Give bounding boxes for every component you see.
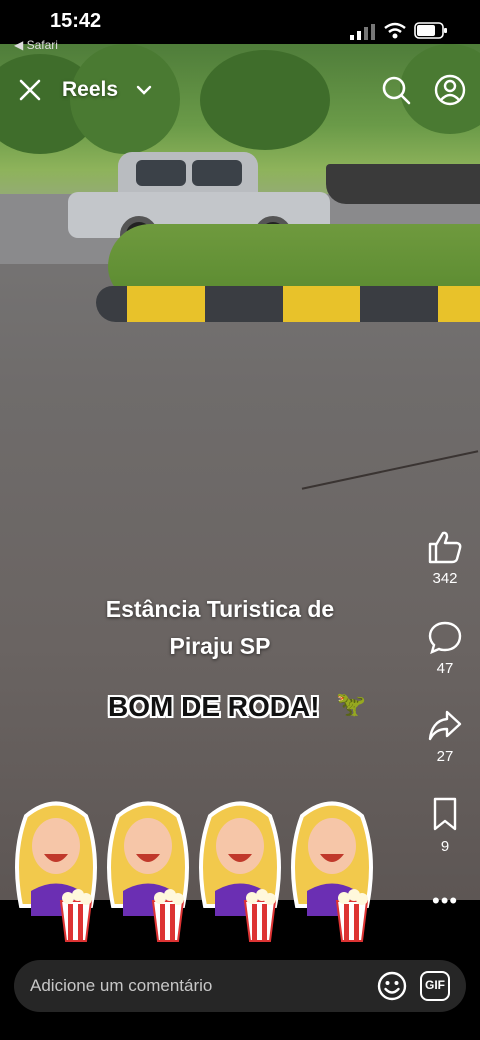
dinosaur-emoji: 🦖 xyxy=(336,691,366,718)
save-count: 9 xyxy=(440,838,450,855)
road-crack xyxy=(301,450,479,490)
popcorn-girl-sticker xyxy=(199,801,281,942)
search-icon[interactable] xyxy=(380,74,412,106)
reel-video[interactable] xyxy=(0,44,480,900)
battery-icon xyxy=(414,22,447,39)
thumbs-up-icon[interactable] xyxy=(427,530,463,564)
status-bar: 15:42 xyxy=(0,0,480,44)
popcorn-stickers xyxy=(6,796,396,946)
more-options-icon[interactable]: ••• xyxy=(432,888,458,914)
bookmark-icon[interactable] xyxy=(430,796,460,832)
comment-bubble-icon[interactable] xyxy=(427,620,463,654)
video-caption-line1: Estância Turistica de xyxy=(105,596,335,622)
clock: 15:42 xyxy=(50,10,102,32)
wifi-icon xyxy=(384,22,406,39)
emoji-icon[interactable] xyxy=(376,970,408,1002)
like-count: 342 xyxy=(432,570,458,587)
comment-action[interactable]: 47 xyxy=(420,620,470,677)
chevron-down-icon[interactable] xyxy=(136,82,152,98)
profile-icon[interactable] xyxy=(434,74,466,106)
video-caption-line2: Piraju SP xyxy=(169,633,271,659)
close-icon[interactable] xyxy=(16,76,44,104)
share-action[interactable]: 27 xyxy=(420,708,470,765)
overlay-text: BOM DE RODA! xyxy=(108,691,320,722)
share-arrow-icon[interactable] xyxy=(427,708,463,742)
comment-count: 47 xyxy=(436,660,454,677)
cellular-signal-icon xyxy=(350,24,375,40)
popcorn-girl-sticker xyxy=(291,801,373,942)
comment-input[interactable]: Adicione um comentário GIF xyxy=(14,960,466,1012)
popcorn-girl-sticker xyxy=(107,801,189,942)
comment-placeholder[interactable]: Adicione um comentário xyxy=(30,976,212,996)
like-action[interactable]: 342 xyxy=(420,530,470,587)
save-action[interactable]: 9 xyxy=(420,796,470,855)
share-count: 27 xyxy=(436,748,454,765)
back-to-safari-link[interactable]: ◀ Safari xyxy=(14,38,58,52)
reels-title[interactable]: Reels xyxy=(62,78,118,102)
boat-trailer xyxy=(326,164,480,204)
gif-button[interactable]: GIF xyxy=(420,971,450,1001)
popcorn-girl-sticker xyxy=(15,801,97,942)
roundabout-island xyxy=(96,224,480,344)
reels-header: Reels xyxy=(0,70,480,114)
